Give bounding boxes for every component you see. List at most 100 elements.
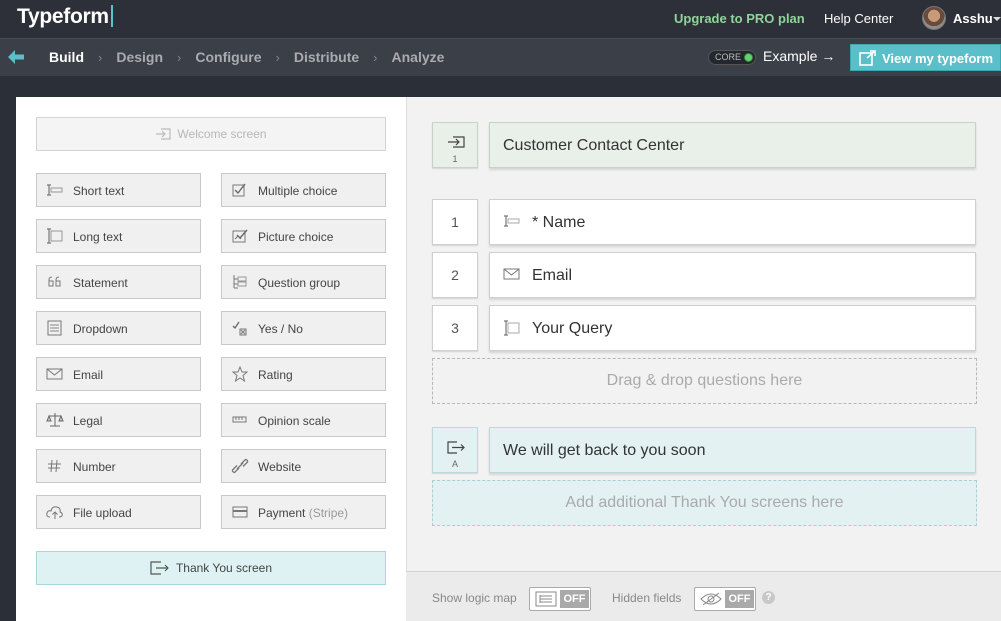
chevron-down-icon[interactable] xyxy=(993,17,1001,21)
qtype-label: Website xyxy=(258,460,302,474)
qtype-number[interactable]: Number xyxy=(36,449,201,483)
hidden-fields-toggle[interactable]: OFF xyxy=(694,587,756,611)
tab-distribute[interactable]: Distribute xyxy=(294,49,359,65)
question-title: Your Query xyxy=(532,320,613,337)
payment-provider: (Stripe) xyxy=(308,506,349,520)
qtype-multiple-choice[interactable]: Multiple choice xyxy=(221,173,386,207)
welcome-card[interactable]: Customer Contact Center xyxy=(489,122,976,168)
envelope-icon xyxy=(46,368,63,380)
typeform-logo[interactable]: Typeform xyxy=(17,5,113,29)
envelope-icon xyxy=(503,268,520,280)
logo-text: Typeform xyxy=(17,5,109,28)
question-card[interactable]: Email xyxy=(489,252,976,298)
tab-build[interactable]: Build xyxy=(49,49,84,65)
logic-map-label: Show logic map xyxy=(432,591,517,605)
qtype-label: Statement xyxy=(73,276,128,290)
payment-label: Payment xyxy=(258,506,306,520)
welcome-title: Customer Contact Center xyxy=(503,137,685,154)
question-card[interactable]: * Name xyxy=(489,199,976,245)
tab-analyze[interactable]: Analyze xyxy=(392,49,445,65)
qtype-label: File upload xyxy=(73,506,132,520)
welcome-number-box[interactable]: 1 xyxy=(432,122,478,168)
core-label: CORE xyxy=(715,52,742,62)
dropdown-icon xyxy=(47,320,62,336)
nav-bar: Build › Design › Configure › Distribute … xyxy=(0,38,1001,76)
question-group-icon xyxy=(233,275,247,289)
chevron-right-icon: › xyxy=(275,49,280,65)
exit-icon xyxy=(447,441,465,454)
question-title: * Name xyxy=(532,214,586,231)
question-number-box[interactable]: 3 xyxy=(432,305,478,351)
thankyou-card[interactable]: We will get back to you soon xyxy=(489,427,976,473)
logic-map-toggle[interactable]: OFF xyxy=(529,587,591,611)
question-number-box[interactable]: 2 xyxy=(432,252,478,298)
qtype-website[interactable]: Website xyxy=(221,449,386,483)
cloud-upload-icon xyxy=(46,506,63,519)
qtype-payment[interactable]: Payment (Stripe) xyxy=(221,495,386,529)
welcome-number: 1 xyxy=(452,154,458,164)
qtype-label: Long text xyxy=(73,230,123,244)
qtype-label: Short text xyxy=(73,184,125,198)
welcome-screen-label: Welcome screen xyxy=(177,127,267,141)
qtype-dropdown[interactable]: Dropdown xyxy=(36,311,201,345)
welcome-screen-button[interactable]: Welcome screen xyxy=(36,117,386,151)
qtype-file-upload[interactable]: File upload xyxy=(36,495,201,529)
exit-icon xyxy=(150,561,169,575)
hidden-fields-label: Hidden fields xyxy=(612,591,682,605)
qtype-label: Multiple choice xyxy=(258,184,338,198)
bottom-bar: Show logic map OFF Hidden fields OFF ? xyxy=(406,571,1001,621)
top-bar: Typeform Upgrade to PRO plan Help Center… xyxy=(0,0,1001,38)
link-icon xyxy=(231,458,249,474)
qtype-picture-choice[interactable]: Picture choice xyxy=(221,219,386,253)
qtype-long-text[interactable]: Long text xyxy=(36,219,201,253)
user-name[interactable]: Asshu xyxy=(953,11,993,26)
avatar[interactable] xyxy=(922,6,946,30)
scales-icon xyxy=(46,413,64,427)
question-number-box[interactable]: 1 xyxy=(432,199,478,245)
question-types-panel: Welcome screen Short text Multiple choic… xyxy=(16,97,406,621)
long-text-icon xyxy=(504,320,520,336)
qtype-rating[interactable]: Rating xyxy=(221,357,386,391)
enter-icon xyxy=(156,128,172,140)
multiple-choice-icon xyxy=(232,183,246,197)
qtype-legal[interactable]: Legal xyxy=(36,403,201,437)
qtype-label: Dropdown xyxy=(73,322,128,336)
tab-configure[interactable]: Configure xyxy=(195,49,261,65)
qtype-label: Rating xyxy=(258,368,293,382)
question-card[interactable]: Your Query xyxy=(489,305,976,351)
form-canvas: 1 Customer Contact Center 1 * Name 2 Ema… xyxy=(406,97,1001,621)
example-link[interactable]: Example → xyxy=(763,48,835,64)
help-center-link[interactable]: Help Center xyxy=(824,11,893,26)
long-text-icon xyxy=(47,228,63,244)
scale-icon xyxy=(232,416,247,423)
thankyou-number-box[interactable]: A xyxy=(432,427,478,473)
qtype-statement[interactable]: Statement xyxy=(36,265,201,299)
question-title: Email xyxy=(532,267,573,284)
external-link-icon xyxy=(859,50,876,66)
logic-map-state: OFF xyxy=(560,590,589,608)
star-icon xyxy=(231,366,249,382)
quote-icon xyxy=(48,276,61,287)
qtype-label: Question group xyxy=(258,276,341,290)
thank-you-screen-label: Thank You screen xyxy=(175,561,273,575)
question-drop-zone[interactable]: Drag & drop questions here xyxy=(432,358,977,404)
qtype-label: Yes / No xyxy=(258,322,303,336)
core-toggle[interactable]: CORE xyxy=(708,50,756,65)
hash-icon xyxy=(48,459,61,473)
tab-design[interactable]: Design xyxy=(116,49,163,65)
qtype-email[interactable]: Email xyxy=(36,357,201,391)
thankyou-drop-zone[interactable]: Add additional Thank You screens here xyxy=(432,480,977,526)
chevron-right-icon: › xyxy=(373,49,378,65)
view-typeform-button[interactable]: View my typeform xyxy=(850,44,1001,71)
qtype-short-text[interactable]: Short text xyxy=(36,173,201,207)
short-text-icon xyxy=(47,184,63,196)
chevron-right-icon: › xyxy=(98,49,103,65)
back-button[interactable] xyxy=(0,39,32,76)
thank-you-screen-button[interactable]: Thank You screen xyxy=(36,551,386,585)
upgrade-link[interactable]: Upgrade to PRO plan xyxy=(674,11,805,26)
qtype-opinion-scale[interactable]: Opinion scale xyxy=(221,403,386,437)
qtype-yes-no[interactable]: Yes / No xyxy=(221,311,386,345)
qtype-question-group[interactable]: Question group xyxy=(221,265,386,299)
help-icon[interactable]: ? xyxy=(762,591,775,604)
yes-no-icon xyxy=(232,321,247,336)
